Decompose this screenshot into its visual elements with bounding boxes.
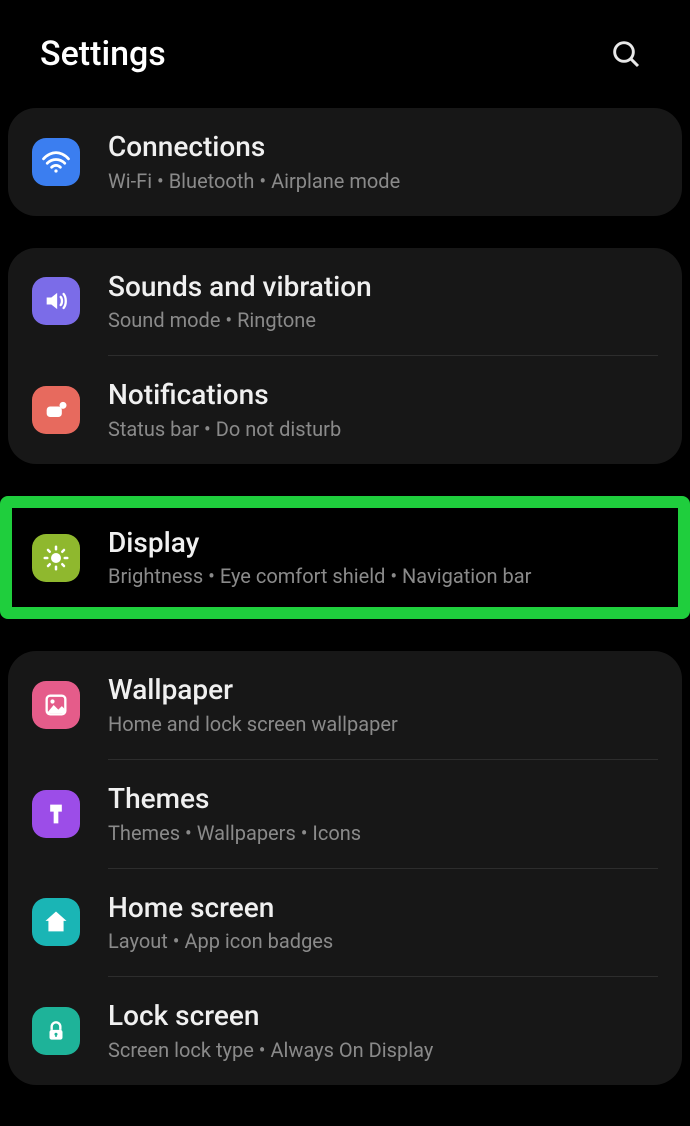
settings-group: Connections Wi-Fi • Bluetooth • Airplane…: [8, 108, 682, 216]
settings-group-highlighted: Display Brightness • Eye comfort shield …: [0, 496, 690, 620]
lock-icon: [32, 1007, 80, 1055]
item-title: Lock screen: [108, 999, 658, 1033]
item-title: Wallpaper: [108, 673, 658, 707]
item-title: Themes: [108, 782, 658, 816]
item-title: Home screen: [108, 891, 658, 925]
item-home-screen[interactable]: Home screen Layout • App icon badges: [8, 869, 682, 977]
search-icon: [610, 38, 642, 70]
item-themes[interactable]: Themes Themes • Wallpapers • Icons: [8, 760, 682, 868]
item-text: Notifications Status bar • Do not distur…: [108, 378, 658, 442]
item-subtitle: Layout • App icon badges: [108, 928, 658, 954]
item-text: Sounds and vibration Sound mode • Ringto…: [108, 270, 658, 334]
item-display[interactable]: Display Brightness • Eye comfort shield …: [12, 508, 678, 608]
item-text: Connections Wi-Fi • Bluetooth • Airplane…: [108, 130, 658, 194]
item-subtitle: Status bar • Do not disturb: [108, 416, 658, 442]
item-subtitle: Wi-Fi • Bluetooth • Airplane mode: [108, 168, 658, 194]
item-subtitle: Brightness • Eye comfort shield • Naviga…: [108, 563, 658, 589]
item-text: Display Brightness • Eye comfort shield …: [108, 526, 658, 590]
item-wallpaper[interactable]: Wallpaper Home and lock screen wallpaper: [8, 651, 682, 759]
search-button[interactable]: [602, 30, 650, 78]
item-subtitle: Sound mode • Ringtone: [108, 307, 658, 333]
brightness-icon: [32, 534, 80, 582]
item-title: Display: [108, 526, 658, 560]
settings-group: Sounds and vibration Sound mode • Ringto…: [8, 248, 682, 464]
item-text: Themes Themes • Wallpapers • Icons: [108, 782, 658, 846]
item-text: Home screen Layout • App icon badges: [108, 891, 658, 955]
item-lock-screen[interactable]: Lock screen Screen lock type • Always On…: [8, 977, 682, 1085]
item-subtitle: Screen lock type • Always On Display: [108, 1037, 658, 1063]
settings-group: Wallpaper Home and lock screen wallpaper…: [8, 651, 682, 1084]
header: Settings: [0, 0, 690, 108]
item-notifications[interactable]: Notifications Status bar • Do not distur…: [8, 356, 682, 464]
item-text: Wallpaper Home and lock screen wallpaper: [108, 673, 658, 737]
item-title: Connections: [108, 130, 658, 164]
item-subtitle: Themes • Wallpapers • Icons: [108, 820, 658, 846]
item-title: Notifications: [108, 378, 658, 412]
item-sounds-vibration[interactable]: Sounds and vibration Sound mode • Ringto…: [8, 248, 682, 356]
wallpaper-icon: [32, 681, 80, 729]
page-title: Settings: [40, 34, 166, 74]
notification-icon: [32, 386, 80, 434]
item-subtitle: Home and lock screen wallpaper: [108, 711, 658, 737]
item-connections[interactable]: Connections Wi-Fi • Bluetooth • Airplane…: [8, 108, 682, 216]
themes-icon: [32, 790, 80, 838]
item-text: Lock screen Screen lock type • Always On…: [108, 999, 658, 1063]
home-icon: [32, 898, 80, 946]
wifi-icon: [32, 138, 80, 186]
item-title: Sounds and vibration: [108, 270, 658, 304]
sound-icon: [32, 277, 80, 325]
